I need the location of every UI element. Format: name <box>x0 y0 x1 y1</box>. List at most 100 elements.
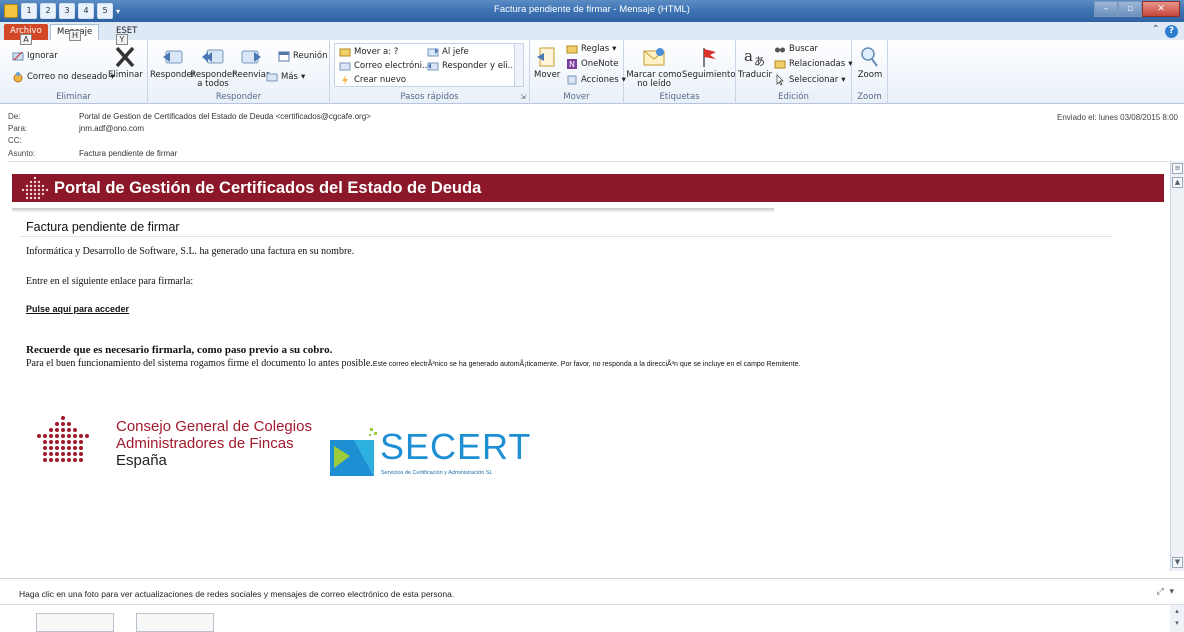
forward-button[interactable]: Reenviar <box>232 45 269 80</box>
body-line-1: Informática y Desarrollo de Software, S.… <box>26 246 355 257</box>
body-heading: Factura pendiente de firmar <box>26 220 180 234</box>
group-tags: Marcar como no leído Seguimiento Etiquet… <box>624 40 736 104</box>
scroll-up-button[interactable]: ▲ <box>1172 177 1183 188</box>
consejo-dots-icon <box>37 416 89 462</box>
body-scrollbar[interactable]: ≡ ▲ ▼ <box>1170 161 1184 571</box>
quick-step-reply-delete[interactable]: Responder y eli... <box>427 60 516 72</box>
group-move: Mover Reglas ▾ N OneNote Acciones ▾ Mover <box>530 40 626 104</box>
reminder-text: Recuerde que es necesario firmarla, como… <box>26 344 333 356</box>
actions-icon <box>567 75 577 85</box>
people-pane-scrollbar[interactable]: ▴ ▾ <box>1170 605 1184 632</box>
translate-button[interactable]: aあ Traducir <box>738 45 772 80</box>
junk-button[interactable]: Correo no deseado ▾ <box>12 71 115 83</box>
reply-icon <box>162 50 183 64</box>
from-label: De: <box>8 112 21 121</box>
forward-icon <box>241 50 261 64</box>
related-icon <box>774 60 786 69</box>
meeting-button[interactable]: Reunión <box>278 50 327 62</box>
title-bar: 1 2 3 4 5 ▾ Factura pendiente de firmar … <box>0 0 1184 22</box>
window-controls: – ▫ ✕ <box>1094 1 1180 17</box>
group-respond: Responder Responder a todos Reenviar Reu… <box>148 40 330 104</box>
zoom-button[interactable]: Zoom <box>857 45 883 80</box>
email-icon <box>339 62 351 71</box>
portal-logo-icon <box>21 176 49 200</box>
window-title: Factura pendiente de firmar - Mensaje (H… <box>494 4 690 15</box>
message-body: Portal de Gestión de Certificados del Es… <box>8 161 1168 571</box>
subject-label: Asunto: <box>8 149 36 158</box>
collapse-pane-icon[interactable]: ▾ <box>1169 587 1174 597</box>
message-header: De: Portal de Gestion de Certificados de… <box>0 107 1184 161</box>
quick-steps-gallery: Mover a: ? Correo electróni... Crear nue… <box>334 43 524 87</box>
scroll-split-icon[interactable]: ≡ <box>1172 163 1183 174</box>
mark-unread-button[interactable]: Marcar como no leído <box>626 45 682 89</box>
onenote-icon: N <box>567 59 577 69</box>
contact-photo[interactable] <box>136 613 214 632</box>
related-button[interactable]: Relacionadas ▾ <box>774 58 852 70</box>
reply-button[interactable]: Responder <box>150 45 195 80</box>
minimize-ribbon-icon[interactable]: ⌃ <box>1152 24 1160 35</box>
ignore-button[interactable]: Ignorar <box>12 50 58 62</box>
secert-mark-icon <box>330 428 377 476</box>
actions-button[interactable]: Acciones ▾ <box>566 74 626 86</box>
reply-all-button[interactable]: Responder a todos <box>190 45 236 89</box>
quick-step-boss[interactable]: Al jefe <box>427 46 469 58</box>
envelope-icon <box>643 48 665 66</box>
subject-value: Factura pendiente de firmar <box>79 149 178 158</box>
find-button[interactable]: Buscar <box>774 43 818 55</box>
more-dropdown-icon: ▾ <box>300 72 306 82</box>
scroll-down-button[interactable]: ▼ <box>1172 557 1183 568</box>
consejo-logo: Consejo General de Colegios Administrado… <box>28 412 328 472</box>
body-line-3-main: Para el buen funcionamiento del sistema … <box>26 358 373 369</box>
onenote-button[interactable]: N OneNote <box>566 58 618 70</box>
contact-photo[interactable] <box>36 613 114 632</box>
reply-all-icon <box>202 49 224 64</box>
group-zoom: Zoom Zoom <box>852 40 888 104</box>
people-pane: Haga clic en una foto para ver actualiza… <box>0 578 1184 632</box>
body-line-2: Entre en el siguiente enlace para firmar… <box>26 276 194 287</box>
quick-steps-scrollbar[interactable] <box>514 44 523 86</box>
group-label-tags: Etiquetas <box>659 92 700 102</box>
group-label-respond: Responder <box>215 92 262 102</box>
group-editing: aあ Traducir Buscar Relacionadas ▾ Selecci… <box>736 40 852 104</box>
minimize-button[interactable]: – <box>1094 1 1118 17</box>
quick-step-move-to[interactable]: Mover a: ? <box>339 46 398 58</box>
keytip-file: A <box>20 34 32 45</box>
keytip-message: H <box>69 30 81 41</box>
to-value[interactable]: jnm.adf@ono.com <box>79 124 144 133</box>
move-button[interactable]: Mover <box>534 45 560 80</box>
from-value[interactable]: Portal de Gestion de Certificados del Es… <box>79 112 371 121</box>
delete-icon <box>116 46 135 68</box>
group-delete: Ignorar Correo no deseado ▾ Eliminar Elim… <box>0 40 148 104</box>
rules-icon <box>566 45 578 54</box>
secert-tagline: Servicios de Certificación y Administrac… <box>381 470 493 476</box>
svg-text:a: a <box>744 47 753 65</box>
quick-step-email[interactable]: Correo electróni... <box>339 60 430 72</box>
binoculars-icon <box>775 47 785 53</box>
quick-steps-launcher-icon[interactable]: ⇲ <box>520 93 526 101</box>
boss-icon <box>427 48 439 57</box>
rules-button[interactable]: Reglas ▾ <box>566 43 616 55</box>
delete-button[interactable]: Eliminar <box>108 45 143 80</box>
flag-icon <box>703 48 716 67</box>
to-label: Para: <box>8 124 28 133</box>
maximize-button[interactable]: ▫ <box>1118 1 1142 17</box>
move-folder-icon <box>339 48 351 57</box>
quick-step-create-new[interactable]: Crear nuevo <box>339 74 406 86</box>
select-button[interactable]: Seleccionar ▾ <box>774 74 846 86</box>
more-respond-button[interactable]: Más ▾ <box>266 71 305 83</box>
followup-button[interactable]: Seguimiento <box>682 45 736 80</box>
close-button[interactable]: ✕ <box>1142 1 1180 17</box>
heading-divider <box>20 236 1112 237</box>
banner-shadow <box>12 208 774 212</box>
help-icon[interactable]: ? <box>1165 25 1178 38</box>
sent-date: Enviado el: lunes 03/08/2015 8:00 <box>1057 113 1178 122</box>
expand-pane-icon[interactable]: ⤢ <box>1157 587 1164 597</box>
calendar-icon <box>278 51 290 62</box>
access-link[interactable]: Pulse aquí para acceder <box>26 304 129 314</box>
svg-text:あ: あ <box>754 55 765 68</box>
ribbon-tabs: Archivo Mensaje ESET A H Y ⌃ ? <box>0 22 1184 45</box>
secert-name: SECERT <box>380 426 532 467</box>
secert-logo: SECERT Servicios de Certificación y Admi… <box>328 424 532 484</box>
magnifier-icon <box>861 47 878 67</box>
reply-delete-icon <box>427 62 439 71</box>
